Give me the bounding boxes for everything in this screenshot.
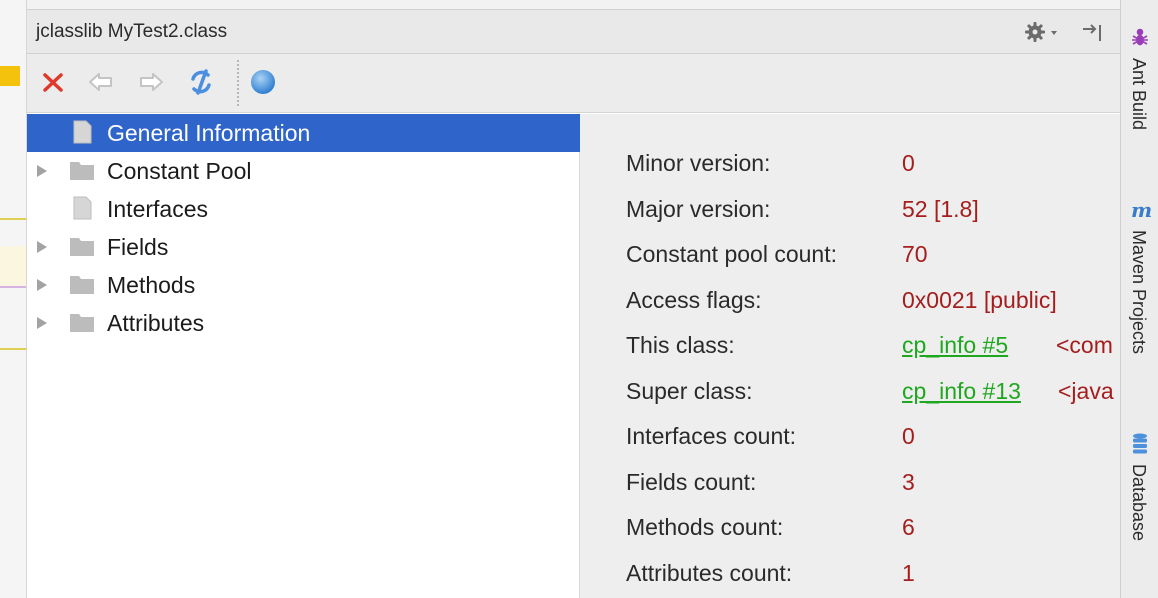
- warning-marker[interactable]: [0, 66, 20, 86]
- tool-window-title: jclasslib MyTest2.class: [36, 21, 228, 42]
- browse-web-button[interactable]: [247, 66, 279, 98]
- folder-icon: [70, 276, 94, 294]
- detail-key: Interfaces count:: [626, 423, 797, 449]
- tree-item-fields[interactable]: Fields: [27, 228, 580, 266]
- database-icon: [1133, 433, 1147, 454]
- tab-ant-build[interactable]: Ant Build: [1121, 26, 1158, 166]
- ide-window: jclasslib MyTest2.class General Informat…: [0, 0, 1158, 598]
- folder-icon: [70, 162, 94, 180]
- tree-item-constant-pool[interactable]: Constant Pool: [27, 152, 580, 190]
- detail-value: 3: [902, 469, 915, 495]
- tab-label: Database: [1129, 464, 1149, 542]
- this-class-link[interactable]: cp_info #5: [902, 332, 1008, 359]
- detail-key: Methods count:: [626, 514, 784, 540]
- detail-row-fields-count: Fields count: 3: [580, 469, 1120, 509]
- detail-row-constant-pool-count: Constant pool count: 70: [580, 241, 1120, 281]
- chevron-down-icon: [1051, 31, 1057, 35]
- detail-row-interfaces-count: Interfaces count: 0: [580, 423, 1120, 463]
- tree-item-attributes[interactable]: Attributes: [27, 304, 580, 342]
- editor-gutter: [0, 0, 27, 598]
- forward-button[interactable]: [135, 66, 167, 98]
- detail-key: Access flags:: [626, 287, 762, 313]
- detail-value: 0: [902, 423, 915, 449]
- jclasslib-tool-window: jclasslib MyTest2.class General Informat…: [27, 10, 1120, 598]
- editor-underline: [0, 348, 26, 350]
- file-icon: [73, 120, 92, 144]
- editor-underline: [0, 286, 26, 288]
- tab-maven-projects[interactable]: m Maven Projects: [1121, 198, 1158, 398]
- detail-row-super-class: Super class: cp_info #13 <java: [580, 378, 1120, 418]
- detail-key: Super class:: [626, 378, 753, 404]
- ant-icon: [1132, 28, 1148, 46]
- close-button[interactable]: [37, 66, 69, 98]
- tree-item-label: Attributes: [107, 310, 205, 336]
- gear-icon: [1025, 22, 1045, 42]
- tree-item-label: General Information: [107, 120, 311, 146]
- detail-key: Minor version:: [626, 150, 771, 176]
- detail-value: 70: [902, 241, 928, 267]
- detail-key: Attributes count:: [626, 560, 793, 586]
- folder-icon: [70, 314, 94, 332]
- tool-window-header: jclasslib MyTest2.class: [27, 10, 1120, 54]
- right-tool-strip: Ant Build m Maven Projects Database: [1120, 0, 1158, 598]
- general-information-panel: Minor version: 0 Major version: 52 [1.8]…: [580, 114, 1120, 598]
- tab-label: Maven Projects: [1129, 230, 1149, 355]
- tree-item-label: Constant Pool: [107, 158, 252, 184]
- detail-key: Major version:: [626, 196, 771, 222]
- tree-item-label: Fields: [107, 234, 169, 260]
- detail-row-minor-version: Minor version: 0: [580, 150, 1120, 190]
- detail-value: 52 [1.8]: [902, 196, 979, 222]
- detail-value: 0: [902, 150, 915, 176]
- detail-value: 1: [902, 560, 915, 586]
- back-button[interactable]: [85, 66, 117, 98]
- tree-item-general-information[interactable]: General Information: [27, 114, 580, 152]
- browser-globe-icon: [251, 70, 275, 94]
- detail-value: 0x0021 [public]: [902, 287, 1057, 313]
- detail-row-attributes-count: Attributes count: 1: [580, 560, 1120, 598]
- detail-row-methods-count: Methods count: 6: [580, 514, 1120, 554]
- maven-icon: m: [1131, 198, 1151, 222]
- detail-row-this-class: This class: cp_info #5 <com: [580, 332, 1120, 372]
- super-class-link[interactable]: cp_info #13: [902, 378, 1021, 405]
- detail-extra: <java: [1058, 378, 1114, 404]
- back-arrow-icon: [89, 73, 112, 91]
- folder-icon: [70, 238, 94, 256]
- refresh-button[interactable]: [185, 66, 217, 98]
- forward-arrow-icon: [140, 73, 163, 91]
- detail-extra: <com: [1056, 332, 1113, 358]
- detail-key: This class:: [626, 332, 735, 358]
- tree-item-label: Methods: [107, 272, 196, 298]
- toolbar: [27, 54, 1120, 113]
- expand-arrow-icon: [37, 241, 47, 253]
- editor-tab-strip: [0, 0, 1120, 10]
- tree-item-label: Interfaces: [107, 196, 208, 222]
- tree-item-interfaces[interactable]: Interfaces: [27, 190, 580, 228]
- expand-arrow-icon: [37, 279, 47, 291]
- editor-highlight-band: [0, 246, 26, 286]
- expand-arrow-icon: [37, 317, 47, 329]
- close-icon: [43, 73, 63, 92]
- hide-panel-icon: [1083, 24, 1101, 41]
- hide-panel-button[interactable]: [1080, 19, 1106, 45]
- tab-database[interactable]: Database: [1121, 432, 1158, 582]
- editor-underline: [0, 218, 26, 220]
- detail-value: 6: [902, 514, 915, 540]
- settings-menu-button[interactable]: [1023, 19, 1067, 45]
- class-structure-tree: General Information Constant Pool Interf…: [27, 114, 580, 598]
- refresh-icon: [191, 69, 211, 95]
- file-icon: [73, 196, 92, 220]
- detail-row-access-flags: Access flags: 0x0021 [public]: [580, 287, 1120, 327]
- tree-item-methods[interactable]: Methods: [27, 266, 580, 304]
- detail-row-major-version: Major version: 52 [1.8]: [580, 196, 1120, 236]
- detail-key: Fields count:: [626, 469, 757, 495]
- tab-label: Ant Build: [1129, 58, 1149, 131]
- expand-arrow-icon: [37, 165, 47, 177]
- detail-key: Constant pool count:: [626, 241, 837, 267]
- toolbar-separator: [237, 60, 239, 106]
